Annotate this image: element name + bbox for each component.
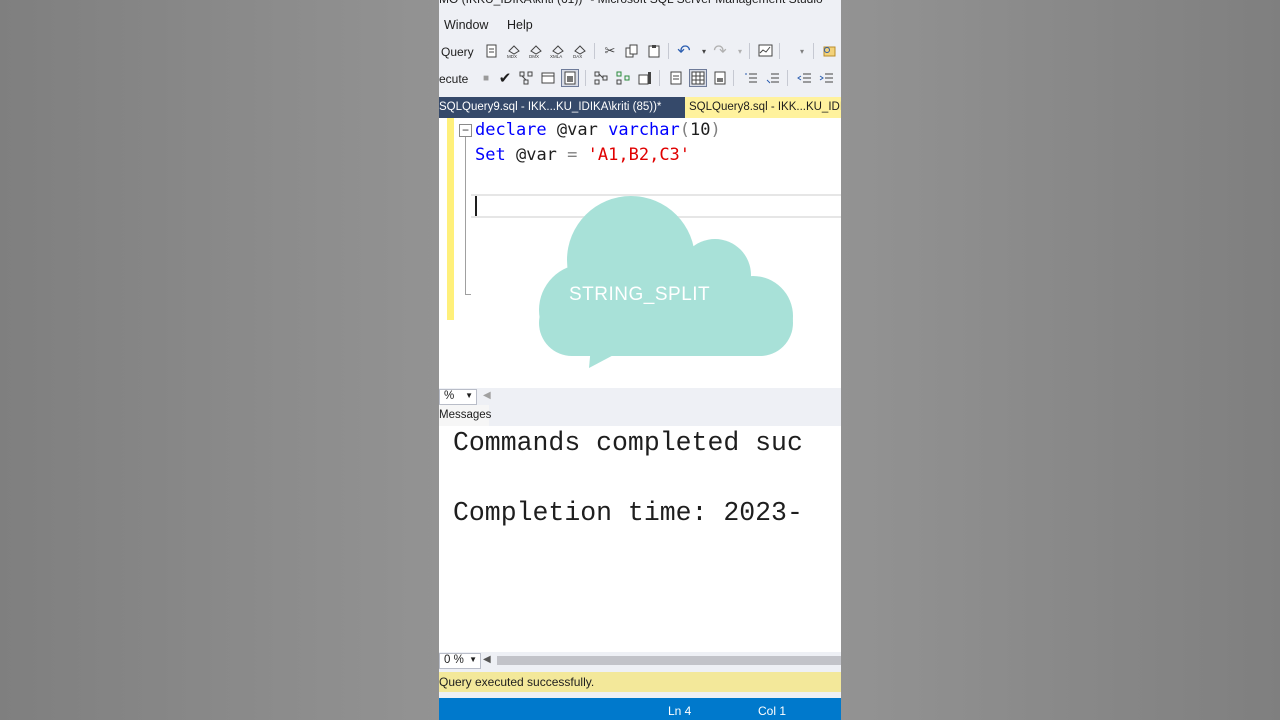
- query-status-text: Query executed successfully.: [439, 675, 595, 689]
- results-to-grid-icon[interactable]: [689, 69, 707, 87]
- outline-guide: [465, 136, 466, 294]
- chevron-down-icon: ▼: [469, 655, 477, 664]
- paren-close: ): [710, 120, 721, 140]
- line-number: Ln 4: [668, 704, 692, 718]
- status-bar: Ln 4 Col 1: [439, 698, 841, 720]
- message-line-1: Commands completed suc: [453, 428, 803, 458]
- cloud-overlay: [539, 196, 793, 368]
- variable-name: @var: [515, 145, 557, 165]
- outline-guide-end: [465, 294, 471, 295]
- editor-zoom-value: %: [444, 390, 455, 402]
- toolbar-separator: [787, 70, 788, 86]
- chevron-down-icon: ▼: [465, 391, 473, 400]
- toolbar-separator: [779, 43, 780, 59]
- cut-icon[interactable]: ✂: [601, 42, 619, 60]
- text-cursor: [475, 196, 477, 216]
- new-query-button[interactable]: Query: [441, 45, 474, 59]
- results-tab-strip: Messages: [439, 405, 841, 426]
- sql-editor-toolbar: ecute ■ ✔: [439, 65, 841, 91]
- copy-icon[interactable]: [623, 42, 641, 60]
- code-line-1: declare @var varchar(10): [475, 120, 721, 140]
- horizontal-scrollbar[interactable]: [497, 656, 841, 665]
- editor-zoom-select[interactable]: % ▼: [439, 389, 477, 405]
- column-number: Col 1: [758, 704, 787, 718]
- equals-operator: =: [567, 145, 578, 165]
- svg-text:DMX: DMX: [529, 54, 539, 59]
- execute-button[interactable]: ecute: [439, 72, 468, 86]
- find-icon[interactable]: [820, 42, 838, 60]
- toolbar-separator: [594, 43, 595, 59]
- messages-pane[interactable]: Commands completed suc Completion time: …: [439, 426, 841, 652]
- comment-icon[interactable]: [742, 69, 760, 87]
- stop-icon[interactable]: ■: [477, 69, 495, 87]
- activity-monitor-icon[interactable]: [756, 42, 774, 60]
- message-line-2: Completion time: 2023-: [453, 498, 803, 528]
- include-plan-icon[interactable]: [592, 69, 610, 87]
- live-stats-icon[interactable]: [614, 69, 632, 87]
- keyword-declare: declare: [475, 120, 547, 140]
- collapse-icon[interactable]: −: [459, 124, 472, 137]
- scroll-left-icon[interactable]: ◀: [483, 390, 491, 401]
- right-backdrop: [841, 0, 1280, 720]
- left-backdrop: [0, 0, 439, 720]
- string-literal: 'A1,B2,C3': [587, 145, 691, 165]
- toolbar-separator: [585, 70, 586, 86]
- change-tracking-bar: [447, 118, 454, 320]
- keyword-set: Set: [475, 145, 506, 165]
- length-number: 10: [690, 120, 711, 140]
- undo-icon[interactable]: ↶: [675, 42, 693, 60]
- query-status-bar: Query executed successfully.: [439, 672, 841, 692]
- document-tab-strip: SQLQuery9.sql - IKK...KU_IDIKA\kriti (85…: [439, 97, 841, 118]
- xmla-query-icon[interactable]: XMLA: [549, 42, 567, 60]
- window-title: MO (IKKU_IDIKA\kriti (61))* - Microsoft …: [439, 0, 841, 10]
- intellisense-icon[interactable]: [561, 69, 579, 87]
- redo-icon[interactable]: ↷: [711, 42, 729, 60]
- svg-text:XMLA: XMLA: [550, 54, 562, 59]
- tab-messages[interactable]: Messages: [439, 405, 491, 426]
- tab-sqlquery8[interactable]: SQLQuery8.sql - IKK...KU_IDIKA\kriti (61…: [685, 97, 841, 118]
- parse-check-icon[interactable]: ✔: [496, 69, 514, 87]
- menu-help[interactable]: Help: [507, 18, 533, 32]
- results-zoom-bar: 0 % ▼ ◀: [439, 652, 841, 670]
- ssms-window: MO (IKKU_IDIKA\kriti (61))* - Microsoft …: [439, 0, 841, 720]
- paste-icon[interactable]: [645, 42, 663, 60]
- mdx-query-icon[interactable]: MDX: [505, 42, 523, 60]
- toolbar-separator: [659, 70, 660, 86]
- database-query-icon[interactable]: [483, 42, 501, 60]
- toolbar-separator: [733, 70, 734, 86]
- results-to-file-icon[interactable]: [711, 69, 729, 87]
- keyword-varchar: varchar: [608, 120, 680, 140]
- dax-query-icon[interactable]: DAX: [571, 42, 589, 60]
- toolbar-separator: [813, 43, 814, 59]
- redo-dropdown-icon[interactable]: ▾: [731, 42, 749, 60]
- results-to-text-icon[interactable]: [667, 69, 685, 87]
- dmx-query-icon[interactable]: DMX: [527, 42, 545, 60]
- menu-bar: Window Help: [439, 14, 841, 36]
- scroll-left-icon[interactable]: ◀: [483, 654, 491, 665]
- toolbar-separator: [749, 43, 750, 59]
- solution-dropdown-icon[interactable]: ▾: [793, 42, 811, 60]
- toolbar-separator: [668, 43, 669, 59]
- uncomment-icon[interactable]: [764, 69, 782, 87]
- tab-sqlquery9[interactable]: SQLQuery9.sql - IKK...KU_IDIKA\kriti (85…: [439, 97, 661, 118]
- string-split-label: STRING_SPLIT: [569, 284, 711, 305]
- paren-open: (: [679, 120, 691, 140]
- menu-window[interactable]: Window: [444, 18, 488, 32]
- editor-zoom-bar: % ▼ ◀: [439, 388, 841, 406]
- results-zoom-select[interactable]: 0 % ▼: [439, 653, 481, 669]
- decrease-indent-icon[interactable]: [795, 69, 813, 87]
- increase-indent-icon[interactable]: [817, 69, 835, 87]
- code-line-2: Set @var = 'A1,B2,C3': [475, 145, 690, 165]
- svg-text:MDX: MDX: [507, 54, 517, 59]
- query-options-icon[interactable]: [539, 69, 557, 87]
- svg-text:DAX: DAX: [573, 54, 582, 59]
- estimated-plan-icon[interactable]: [517, 69, 535, 87]
- results-zoom-value: 0 %: [444, 654, 464, 666]
- standard-toolbar: Query MDX DMX XMLA DAX ✂ ↶ ▾ ↷ ▾ ▾: [439, 38, 841, 64]
- client-stats-icon[interactable]: [636, 69, 654, 87]
- variable-name: @var: [556, 120, 598, 140]
